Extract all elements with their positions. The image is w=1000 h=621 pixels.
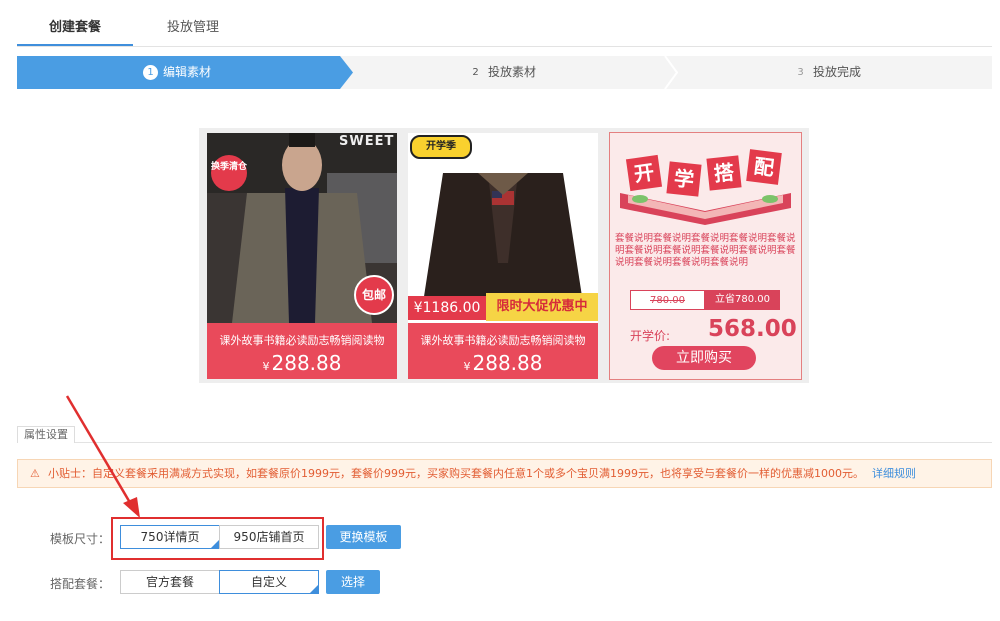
step-1: 1 编辑素材 bbox=[143, 56, 211, 89]
annotation-highlight-box bbox=[111, 517, 324, 560]
step-2-label: 投放素材 bbox=[488, 65, 537, 79]
top-tabs: 创建套餐 投放管理 bbox=[17, 10, 992, 47]
card-2-price: ¥288.88 bbox=[408, 351, 598, 375]
headline-char-1: 开 bbox=[625, 154, 663, 192]
step-3: 3 投放完成 bbox=[793, 56, 861, 89]
headline-char-3: 搭 bbox=[706, 155, 742, 191]
card-1-price: ¥288.88 bbox=[207, 351, 397, 375]
savings-label: 立省780.00 bbox=[705, 290, 780, 310]
card-2-price-value: 288.88 bbox=[472, 351, 543, 375]
free-shipping-stamp: 包邮 bbox=[354, 275, 394, 315]
template-preview: 换季清仓 包邮 课外故事书籍必读励志畅销阅读物 ¥288.88 开学季 ¥118… bbox=[199, 128, 809, 383]
option-official-package-label: 官方套餐 bbox=[145, 575, 194, 589]
buy-now-button[interactable]: 立即购买 bbox=[652, 346, 756, 370]
step-1-label: 编辑素材 bbox=[163, 65, 212, 79]
card-1-title: 课外故事书籍必读励志畅销阅读物 bbox=[219, 334, 385, 347]
tip-text: 小贴士：自定义套餐采用满减方式实现，如套餐原价1999元，套餐价999元，买家购… bbox=[48, 467, 864, 480]
poster-text: SWEET bbox=[339, 134, 395, 149]
option-custom-label: 自定义 bbox=[250, 575, 287, 589]
product-card-2: 开学季 ¥1186.00 限时大促优惠中 课外故事书籍必读励志畅销阅读物 ¥28… bbox=[408, 133, 598, 379]
combo-package-label: 搭配套餐： bbox=[50, 577, 111, 591]
currency-symbol: ¥ bbox=[262, 360, 270, 373]
tip-banner: ⚠ 小贴士：自定义套餐采用满减方式实现，如套餐原价1999元，套餐价999元，买家… bbox=[17, 459, 992, 488]
change-template-button[interactable]: 更换模板 bbox=[326, 525, 401, 549]
back-to-school-badge: 开学季 bbox=[410, 135, 472, 159]
headline-char-4: 配 bbox=[746, 149, 782, 185]
step-2: 2 投放素材 bbox=[468, 56, 536, 89]
limited-sale-banner: 限时大促优惠中 bbox=[486, 293, 598, 321]
package-description: 套餐说明套餐说明套餐说明套餐说明套餐说明套餐说明套餐说明套餐说明套餐说明套餐说明… bbox=[615, 233, 796, 268]
option-custom[interactable]: 自定义 bbox=[219, 570, 319, 594]
template-size-label: 模板尺寸： bbox=[50, 532, 111, 546]
step-2-number: 2 bbox=[472, 67, 479, 78]
warning-icon: ⚠ bbox=[30, 467, 40, 480]
product-card-1: 换季清仓 包邮 课外故事书籍必读励志畅销阅读物 ¥288.88 bbox=[207, 133, 397, 379]
attribute-settings-header: 属性设置 bbox=[17, 426, 992, 443]
tab-create-package[interactable]: 创建套餐 bbox=[17, 10, 133, 46]
promo-card: 开 学 搭 配 套餐说明套餐说明套餐说明套餐说明套餐说明套餐说明套餐说明套餐说明… bbox=[609, 132, 802, 380]
original-price: 780.00 bbox=[630, 290, 705, 310]
step-3-number: 3 bbox=[797, 67, 804, 78]
progress-steps: 1 编辑素材 2 投放素材 3 投放完成 bbox=[17, 56, 992, 89]
currency-symbol: ¥ bbox=[463, 360, 471, 373]
select-button[interactable]: 选择 bbox=[326, 570, 380, 594]
selected-corner-icon bbox=[310, 585, 318, 593]
card-1-price-value: 288.88 bbox=[271, 351, 342, 375]
tab-delivery-management[interactable]: 投放管理 bbox=[143, 10, 243, 46]
card-2-title: 课外故事书籍必读励志畅销阅读物 bbox=[420, 334, 586, 347]
headline-char-2: 学 bbox=[666, 161, 702, 197]
detailed-rules-link[interactable]: 详细规则 bbox=[872, 467, 916, 480]
section-title: 属性设置 bbox=[17, 426, 75, 443]
step-3-label: 投放完成 bbox=[813, 65, 862, 79]
sale-price-label: 开学价: bbox=[630, 329, 671, 343]
clearance-badge: 换季清仓 bbox=[211, 155, 247, 191]
sale-price-value: 568.00 bbox=[708, 316, 797, 342]
step-1-number: 1 bbox=[143, 65, 158, 80]
banner-price: ¥1186.00 bbox=[408, 296, 486, 320]
option-official-package[interactable]: 官方套餐 bbox=[120, 570, 220, 594]
